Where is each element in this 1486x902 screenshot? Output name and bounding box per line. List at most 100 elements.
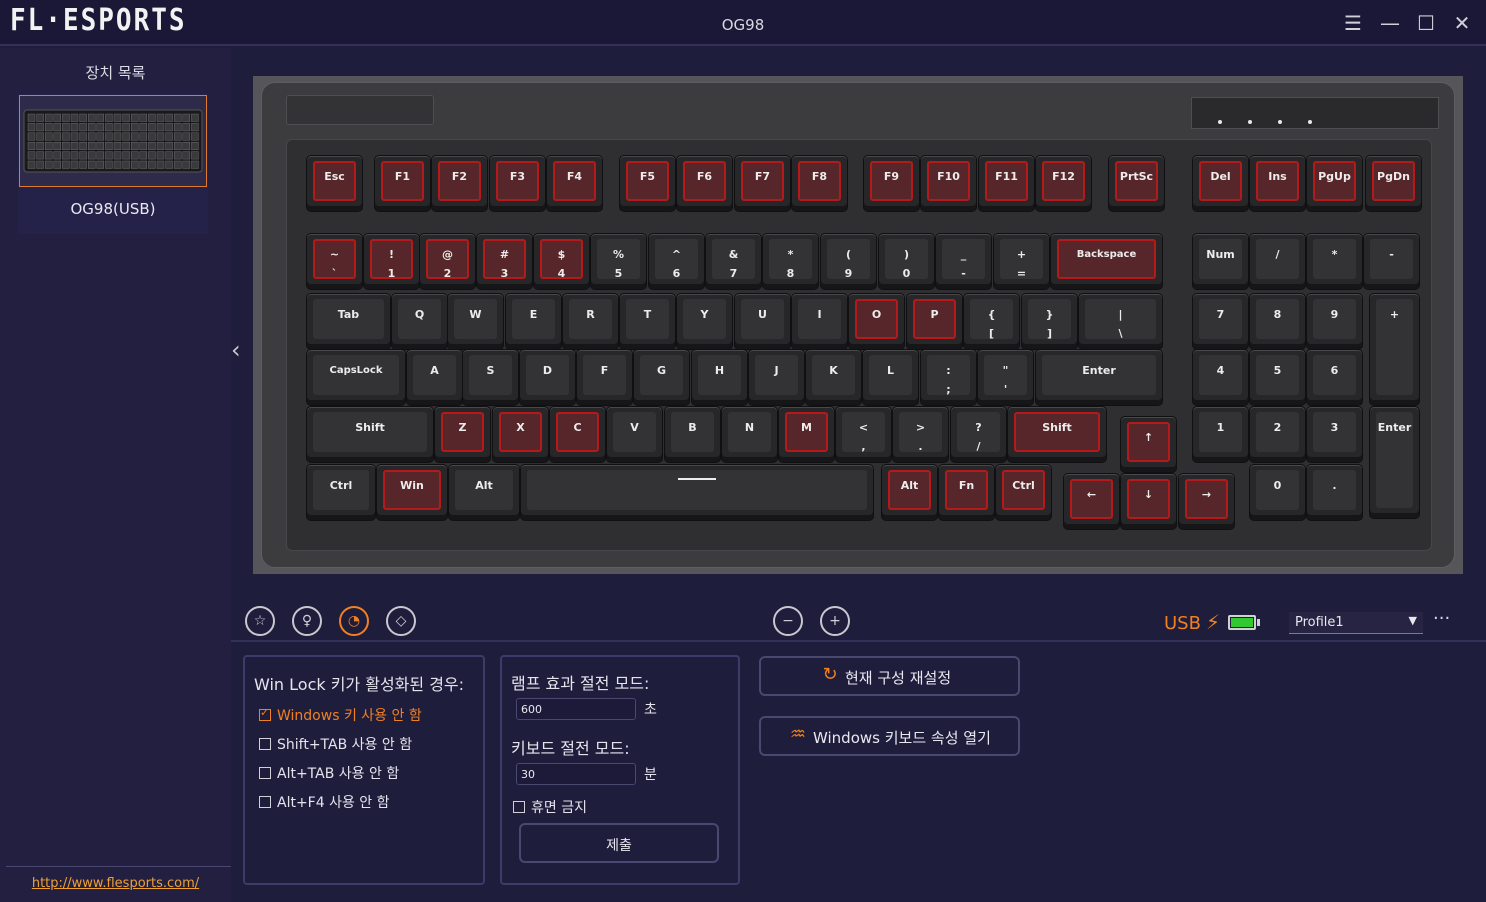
key-0[interactable]: 0 — [1249, 464, 1306, 521]
key-7b5b[interactable]: { [ — [963, 293, 1020, 350]
key-W[interactable]: W — [447, 293, 504, 350]
key-267[interactable]: & 7 — [705, 233, 762, 290]
reset-config-button[interactable]: ↻ 현재 구성 재설정 — [759, 656, 1020, 696]
key-255[interactable]: % 5 — [590, 233, 647, 290]
key-PgUp[interactable]: PgUp — [1306, 155, 1363, 212]
key-7d5d[interactable]: } ] — [1021, 293, 1078, 350]
key-F2[interactable]: F2 — [431, 155, 488, 212]
key-I[interactable]: I — [791, 293, 848, 350]
zoom-out-icon[interactable]: − — [773, 606, 803, 636]
key-Ctrl[interactable]: Ctrl — [995, 464, 1052, 521]
key-Backspace[interactable]: Backspace — [1050, 233, 1163, 290]
key-PrtSc[interactable]: PrtSc — [1108, 155, 1165, 212]
key-Shift[interactable]: Shift — [1007, 406, 1107, 463]
device-card[interactable]: OG98(USB) — [18, 94, 208, 234]
key-5[interactable]: 5 — [1249, 349, 1306, 406]
key-3f2f[interactable]: ? / — [950, 406, 1007, 463]
key-F4[interactable]: F4 — [546, 155, 603, 212]
key-2d[interactable]: - — [1363, 233, 1420, 290]
key-2227[interactable]: " ' — [977, 349, 1034, 406]
key-5e6[interactable]: ^ 6 — [648, 233, 705, 290]
zoom-in-icon[interactable]: + — [820, 606, 850, 636]
key-F9[interactable]: F9 — [863, 155, 920, 212]
key-S[interactable]: S — [462, 349, 519, 406]
winlock-option-windows-key[interactable]: Windows 키 사용 안 함 — [259, 705, 422, 725]
key-F11[interactable]: F11 — [978, 155, 1035, 212]
key-U[interactable]: U — [734, 293, 791, 350]
key-PgDn[interactable]: PgDn — [1365, 155, 1422, 212]
key-Win[interactable]: Win — [376, 464, 448, 521]
winlock-option-alt-f4[interactable]: Alt+F4 사용 안 함 — [259, 792, 390, 812]
key-M[interactable]: M — [778, 406, 835, 463]
lamp-sleep-input[interactable]: 600 — [516, 698, 636, 720]
key-E[interactable]: E — [505, 293, 562, 350]
key-2191[interactable]: ↑ — [1120, 416, 1177, 473]
winlock-option-shift-tab[interactable]: Shift+TAB 사용 안 함 — [259, 734, 412, 754]
key-Y[interactable]: Y — [676, 293, 733, 350]
more-options-button[interactable]: ··· — [1433, 608, 1450, 629]
key-1[interactable]: 1 — [1192, 406, 1249, 463]
hamburger-icon[interactable]: ☰ — [1340, 10, 1366, 36]
key-Ins[interactable]: Ins — [1249, 155, 1306, 212]
key-233[interactable]: # 3 — [476, 233, 533, 290]
key-Num[interactable]: Num — [1192, 233, 1249, 290]
key-289[interactable]: ( 9 — [820, 233, 877, 290]
key-5f2d[interactable]: _ - — [935, 233, 992, 290]
key-211[interactable]: ! 1 — [363, 233, 420, 290]
key-3e2e[interactable]: > . — [892, 406, 949, 463]
key-7e60[interactable]: ~ ` — [306, 233, 363, 290]
windows-keyboard-properties-button[interactable]: ♒ Windows 키보드 속성 열기 — [759, 716, 1020, 756]
key-3a3b[interactable]: : ; — [920, 349, 977, 406]
key-H[interactable]: H — [691, 349, 748, 406]
key-2b[interactable]: + — [1369, 293, 1420, 406]
collapse-sidebar-icon[interactable]: ‹ — [231, 336, 241, 364]
key-Ctrl[interactable]: Ctrl — [306, 464, 376, 521]
key-F12[interactable]: F12 — [1035, 155, 1092, 212]
star-icon[interactable]: ☆ — [245, 606, 275, 636]
key-F8[interactable]: F8 — [791, 155, 848, 212]
key-X[interactable]: X — [492, 406, 549, 463]
key-O[interactable]: O — [848, 293, 905, 350]
key-2f[interactable]: / — [1249, 233, 1306, 290]
key-Del[interactable]: Del — [1192, 155, 1249, 212]
key-V[interactable]: V — [606, 406, 663, 463]
key-2b3d[interactable]: + = — [993, 233, 1050, 290]
key-Fn[interactable]: Fn — [938, 464, 995, 521]
key-A[interactable]: A — [406, 349, 463, 406]
key-L[interactable]: L — [862, 349, 919, 406]
key-D[interactable]: D — [519, 349, 576, 406]
key-K[interactable]: K — [805, 349, 862, 406]
key-R[interactable]: R — [562, 293, 619, 350]
key-2a8[interactable]: * 8 — [762, 233, 819, 290]
website-link[interactable]: http://www.flesports.com/ — [0, 876, 231, 891]
key-F[interactable]: F — [576, 349, 633, 406]
key-P[interactable]: P — [906, 293, 963, 350]
key-2192[interactable]: → — [1178, 473, 1235, 530]
minimize-icon[interactable]: — — [1377, 10, 1403, 36]
gauge-icon[interactable]: ◔ — [339, 606, 369, 636]
macro-icon[interactable]: ◇ — [386, 606, 416, 636]
key-8[interactable]: 8 — [1249, 293, 1306, 350]
key-J[interactable]: J — [748, 349, 805, 406]
keyboard-sleep-input[interactable]: 30 — [516, 763, 636, 785]
key-T[interactable]: T — [619, 293, 676, 350]
key-9[interactable]: 9 — [1306, 293, 1363, 350]
key-Esc[interactable]: Esc — [306, 155, 363, 212]
key-Z[interactable]: Z — [434, 406, 491, 463]
key-N[interactable]: N — [721, 406, 778, 463]
key-2193[interactable]: ↓ — [1120, 473, 1177, 530]
bulb-icon[interactable]: ♀ — [292, 606, 322, 636]
profile-select[interactable]: Profile1 ▼ — [1289, 612, 1423, 634]
key-2a[interactable]: * — [1306, 233, 1363, 290]
key-6[interactable]: 6 — [1306, 349, 1363, 406]
key-290[interactable]: ) 0 — [878, 233, 935, 290]
key-402[interactable]: @ 2 — [419, 233, 476, 290]
key-7[interactable]: 7 — [1192, 293, 1249, 350]
key-3[interactable]: 3 — [1306, 406, 1363, 463]
key-3c2c[interactable]: < , — [835, 406, 892, 463]
key-F3[interactable]: F3 — [489, 155, 546, 212]
key-Tab[interactable]: Tab — [306, 293, 391, 350]
key-244[interactable]: $ 4 — [533, 233, 590, 290]
key-F1[interactable]: F1 — [374, 155, 431, 212]
key-C[interactable]: C — [549, 406, 606, 463]
